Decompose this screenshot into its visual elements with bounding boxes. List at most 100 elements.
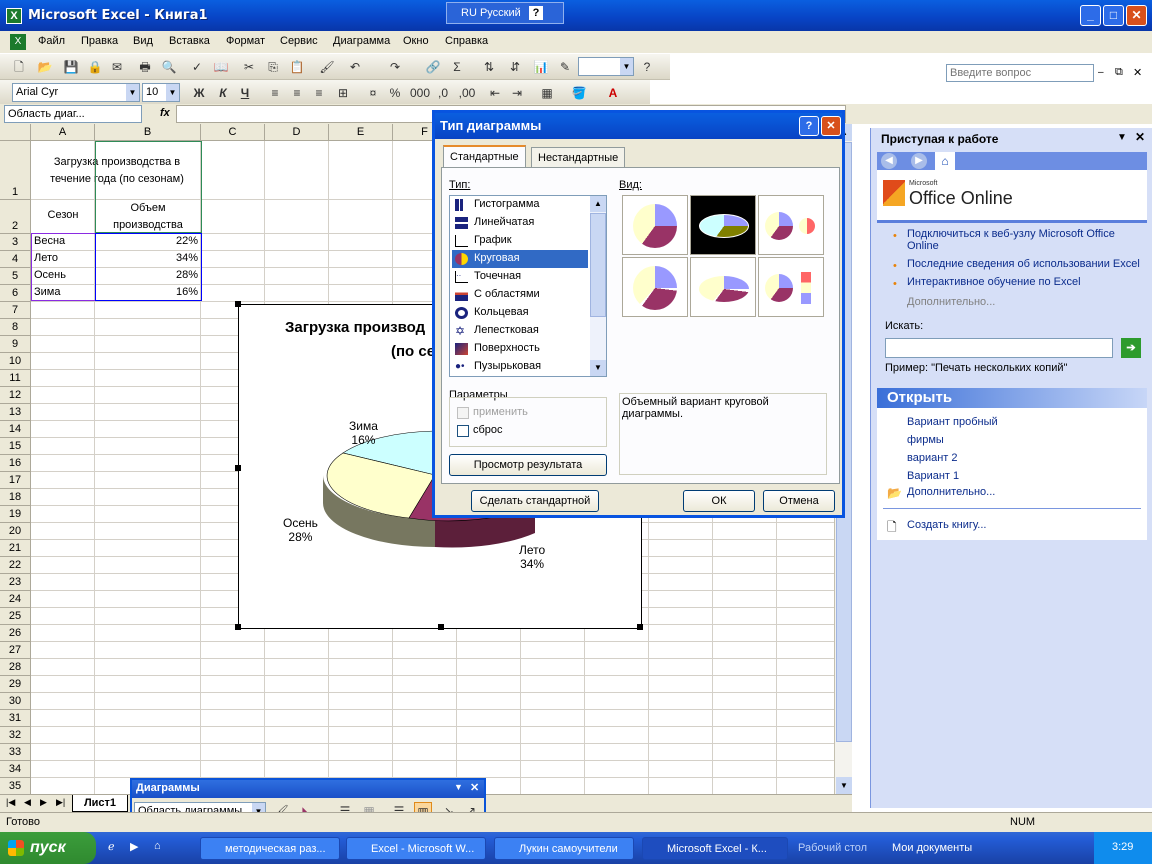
cut-icon[interactable]: ✂ bbox=[240, 58, 258, 76]
row-header[interactable]: 8 bbox=[0, 319, 31, 336]
redo-icon[interactable]: ↷ bbox=[386, 58, 404, 76]
chart-toolbar-close-icon[interactable]: ✕ bbox=[470, 781, 479, 794]
thousands-icon[interactable]: 000 bbox=[410, 84, 430, 102]
row-header[interactable]: 30 bbox=[0, 693, 31, 710]
recent-file-1[interactable]: Вариант пробный bbox=[907, 416, 998, 428]
subtype-bar-of-pie[interactable] bbox=[758, 257, 824, 317]
recent-file-4[interactable]: Вариант 1 bbox=[907, 470, 959, 482]
open-more-link[interactable]: Дополнительно... bbox=[907, 486, 995, 498]
cancel-button[interactable]: Отмена bbox=[763, 490, 835, 512]
help-icon[interactable]: ? bbox=[529, 6, 543, 20]
resize-handle[interactable] bbox=[438, 624, 444, 630]
print-icon[interactable]: 🖶 bbox=[136, 58, 154, 76]
forward-icon[interactable]: ▶ bbox=[911, 153, 927, 169]
list-item-selected[interactable]: Круговая bbox=[452, 250, 588, 268]
row-header[interactable]: 9 bbox=[0, 336, 31, 353]
list-item[interactable]: ✡ Лепестковая bbox=[452, 322, 588, 340]
link-more-online[interactable]: Дополнительно... bbox=[907, 296, 995, 308]
sheet-tab-1[interactable]: Лист1 bbox=[72, 795, 128, 812]
subtype-pie-of-pie[interactable] bbox=[758, 195, 824, 255]
link-connect-office-online[interactable]: Подключиться к веб-узлу Microsoft Office… bbox=[907, 228, 1143, 252]
search-input[interactable] bbox=[885, 338, 1113, 358]
label-autumn[interactable]: Осень 28% bbox=[283, 516, 318, 544]
chart-toolbar-menu-icon[interactable]: ▼ bbox=[454, 782, 463, 792]
taskbar-item-excel-word[interactable]: Excel - Microsoft W... bbox=[346, 837, 486, 860]
workbook-icon[interactable]: X bbox=[10, 34, 26, 50]
doc-restore-icon[interactable]: ⧉ bbox=[1115, 66, 1123, 79]
sort-desc-icon[interactable]: ⇵ bbox=[506, 58, 524, 76]
taskbar-item-excel-active[interactable]: Microsoft Excel - К... bbox=[642, 837, 788, 860]
row-header[interactable]: 27 bbox=[0, 642, 31, 659]
label-winter[interactable]: Зима 16% bbox=[349, 419, 378, 447]
row-header[interactable]: 33 bbox=[0, 744, 31, 761]
outdent-icon[interactable]: ⇤ bbox=[486, 84, 504, 102]
preview-button[interactable]: Просмотр результата bbox=[449, 454, 607, 476]
tab-custom[interactable]: Нестандартные bbox=[531, 147, 626, 168]
cell-a2[interactable]: Сезон bbox=[34, 209, 92, 221]
borders-icon[interactable]: ▦ bbox=[538, 84, 556, 102]
select-all-corner[interactable] bbox=[0, 124, 31, 141]
dec-decimal-icon[interactable]: ,00 bbox=[458, 84, 476, 102]
desktop-toolbar-label[interactable]: Рабочий стол bbox=[798, 842, 867, 854]
link-training[interactable]: Интерактивное обучение по Excel bbox=[907, 276, 1081, 288]
list-scroll-up-icon[interactable]: ▲ bbox=[590, 196, 606, 212]
row-header[interactable]: 13 bbox=[0, 404, 31, 421]
close-button[interactable]: ✕ bbox=[1126, 5, 1147, 26]
row-header[interactable]: 5 bbox=[0, 268, 31, 285]
menu-format[interactable]: Формат bbox=[226, 35, 265, 47]
row-header[interactable]: 23 bbox=[0, 574, 31, 591]
row-header[interactable]: 1 bbox=[0, 141, 31, 200]
apply-checkbox[interactable] bbox=[457, 407, 469, 419]
ok-button[interactable]: ОК bbox=[683, 490, 755, 512]
list-item[interactable]: Кольцевая bbox=[452, 304, 588, 322]
new-icon[interactable]: 🗋 bbox=[10, 58, 28, 76]
resize-handle[interactable] bbox=[235, 624, 241, 630]
spelling-icon[interactable]: ✓ bbox=[188, 58, 206, 76]
subtype-exploded-pie-3d[interactable] bbox=[690, 257, 756, 317]
autosum-icon[interactable]: Σ bbox=[448, 58, 466, 76]
subtype-exploded-pie[interactable] bbox=[622, 257, 688, 317]
open-icon[interactable]: 📂 bbox=[36, 58, 54, 76]
task-pane-menu-icon[interactable]: ▼ bbox=[1117, 132, 1127, 143]
resize-handle[interactable] bbox=[637, 624, 643, 630]
row-header[interactable]: 10 bbox=[0, 353, 31, 370]
first-sheet-icon[interactable]: |◀ bbox=[6, 797, 15, 808]
make-default-button[interactable]: Сделать стандартной bbox=[471, 490, 599, 512]
help-circle-icon[interactable]: ? bbox=[638, 58, 656, 76]
task-pane-close-icon[interactable]: ✕ bbox=[1135, 130, 1145, 144]
align-right-icon[interactable]: ≡ bbox=[310, 84, 328, 102]
dialog-close-button[interactable]: ✕ bbox=[821, 116, 841, 136]
list-item[interactable]: График bbox=[452, 232, 588, 250]
name-box[interactable]: Область диаг... bbox=[4, 105, 142, 123]
format-painter-icon[interactable]: 🖌 bbox=[318, 58, 336, 76]
row-header[interactable]: 3 bbox=[0, 234, 31, 251]
column-header-e[interactable]: E bbox=[329, 124, 393, 141]
scroll-down-icon[interactable]: ▼ bbox=[836, 777, 852, 794]
sort-asc-icon[interactable]: ⇅ bbox=[480, 58, 498, 76]
doc-minimize-icon[interactable]: – bbox=[1098, 67, 1104, 78]
menu-edit[interactable]: Правка bbox=[81, 35, 118, 47]
menu-insert[interactable]: Вставка bbox=[169, 35, 210, 47]
row-header[interactable]: 15 bbox=[0, 438, 31, 455]
font-color-icon[interactable]: A bbox=[604, 84, 622, 102]
fx-icon[interactable]: fx bbox=[160, 107, 170, 119]
quicklaunch-desktop-icon[interactable]: ⌂ bbox=[154, 840, 161, 852]
merge-icon[interactable]: ⊞ bbox=[334, 84, 352, 102]
percent-icon[interactable]: % bbox=[386, 84, 404, 102]
subtype-pie-3d-selected[interactable] bbox=[690, 195, 756, 255]
chart-wizard-icon[interactable]: 📊 bbox=[532, 58, 550, 76]
align-left-icon[interactable]: ≡ bbox=[266, 84, 284, 102]
next-sheet-icon[interactable]: ▶ bbox=[40, 797, 47, 808]
inc-decimal-icon[interactable]: ,0 bbox=[434, 84, 452, 102]
recent-file-2[interactable]: фирмы bbox=[907, 434, 944, 446]
menu-chart[interactable]: Диаграмма bbox=[333, 35, 390, 47]
menu-file[interactable]: Файл bbox=[38, 35, 65, 47]
align-center-icon[interactable]: ≡ bbox=[288, 84, 306, 102]
row-header[interactable]: 16 bbox=[0, 455, 31, 472]
recent-file-3[interactable]: вариант 2 bbox=[907, 452, 958, 464]
minimize-button[interactable]: _ bbox=[1080, 5, 1101, 26]
reset-checkbox[interactable] bbox=[457, 425, 469, 437]
create-workbook-link[interactable]: Создать книгу... bbox=[907, 519, 986, 531]
menu-tools[interactable]: Сервис bbox=[280, 35, 318, 47]
doc-close-icon[interactable]: ✕ bbox=[1133, 66, 1142, 79]
